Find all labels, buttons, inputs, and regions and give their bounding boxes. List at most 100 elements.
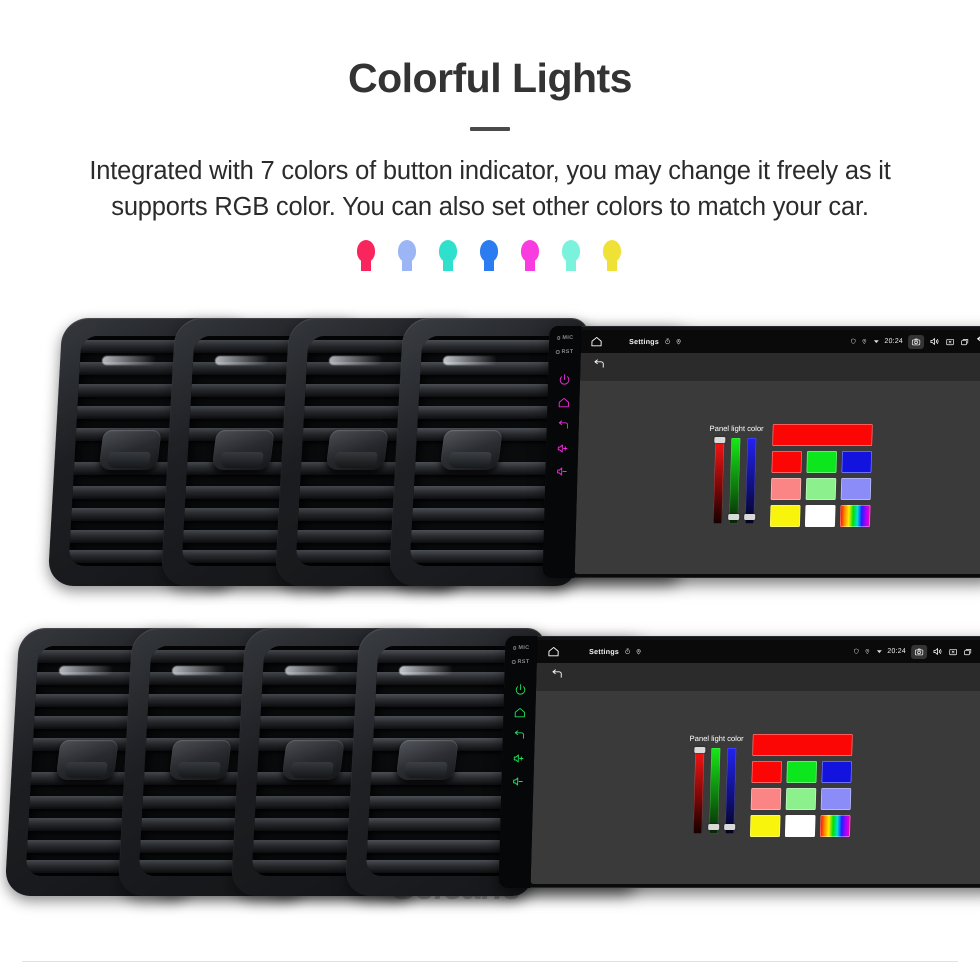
vent-louver bbox=[409, 508, 561, 521]
footer-divider bbox=[22, 961, 958, 962]
volume-button[interactable] bbox=[932, 646, 943, 657]
swatch-yellow[interactable] bbox=[770, 505, 801, 528]
bulb-icon bbox=[478, 239, 500, 272]
touch-screen[interactable]: Settings 20:24 Panel light color bbox=[574, 330, 980, 574]
location-pin-icon bbox=[675, 338, 682, 345]
vent-louver bbox=[373, 650, 523, 663]
vent-knob[interactable] bbox=[281, 740, 345, 780]
slider-thumb[interactable] bbox=[728, 514, 740, 521]
back-button[interactable] bbox=[556, 419, 569, 432]
vent-louver bbox=[413, 406, 567, 419]
red-slider[interactable] bbox=[693, 746, 706, 835]
volume-up-button[interactable] bbox=[511, 752, 524, 765]
vent-knob[interactable] bbox=[325, 430, 389, 470]
vent-highlight bbox=[328, 356, 384, 365]
red-slider[interactable] bbox=[713, 436, 726, 525]
home-button[interactable] bbox=[557, 396, 570, 409]
swatch-periwinkle[interactable] bbox=[840, 478, 872, 501]
picker-label: Panel light color bbox=[709, 424, 764, 434]
nav-back-button[interactable] bbox=[975, 335, 980, 348]
close-app-button[interactable] bbox=[945, 337, 955, 347]
vent-knob[interactable] bbox=[98, 430, 162, 470]
close-app-button[interactable] bbox=[948, 647, 958, 657]
green-slider[interactable] bbox=[708, 748, 721, 835]
volume-down-button[interactable] bbox=[555, 465, 568, 478]
swatch-blue[interactable] bbox=[841, 451, 873, 474]
swatch-white[interactable] bbox=[785, 815, 816, 838]
swatch-salmon[interactable] bbox=[750, 788, 782, 811]
slider-thumb[interactable] bbox=[714, 436, 726, 443]
vent-louver bbox=[369, 716, 523, 729]
legend-item-light-cyan bbox=[560, 239, 585, 272]
screenshot-button[interactable] bbox=[907, 334, 925, 349]
statusbar-mini-icons bbox=[664, 338, 682, 345]
vent-highlight bbox=[284, 666, 340, 675]
volume-down-button[interactable] bbox=[511, 775, 524, 788]
vent-knob[interactable] bbox=[439, 430, 503, 470]
slider-thumb[interactable] bbox=[694, 746, 706, 753]
swatch-periwinkle[interactable] bbox=[820, 788, 852, 811]
gps-icon bbox=[861, 338, 868, 345]
vent-knob[interactable] bbox=[395, 740, 459, 780]
vent-highlight bbox=[398, 666, 454, 675]
statusbar-home-icon[interactable] bbox=[590, 335, 603, 348]
vent-highlight bbox=[101, 356, 157, 365]
recents-button[interactable] bbox=[963, 647, 973, 657]
swatch-red[interactable] bbox=[771, 451, 803, 474]
slider-thumb[interactable] bbox=[724, 824, 736, 831]
vent-highlight bbox=[171, 666, 227, 675]
swatch-yellow[interactable] bbox=[750, 815, 781, 838]
product-row-top: MICRSTMICRSTMICRSTMICRSTSettings20:24Pan… bbox=[0, 318, 980, 907]
reset-label[interactable]: RST bbox=[555, 349, 574, 355]
volume-up-button[interactable] bbox=[555, 442, 568, 455]
swatch-blue[interactable] bbox=[821, 761, 853, 784]
bulb-icon bbox=[519, 239, 541, 272]
home-button[interactable] bbox=[513, 706, 526, 719]
vent-louver bbox=[409, 486, 563, 499]
volume-button[interactable] bbox=[929, 336, 940, 347]
swatch-red[interactable] bbox=[751, 761, 783, 784]
radio-faceplate: MIC RST Settings 20:24 Panel light color bbox=[542, 326, 980, 578]
swatch-green[interactable] bbox=[786, 761, 818, 784]
slider-thumb[interactable] bbox=[744, 514, 756, 521]
swatch-salmon[interactable] bbox=[770, 478, 802, 501]
blue-slider[interactable] bbox=[744, 438, 757, 525]
header: Colorful Lights Integrated with 7 colors… bbox=[0, 0, 980, 226]
reset-label[interactable]: RST bbox=[511, 659, 530, 665]
vent-knob[interactable] bbox=[55, 740, 119, 780]
vent-knob[interactable] bbox=[211, 430, 275, 470]
color-picker: Panel light color bbox=[687, 734, 854, 838]
swatch-green[interactable] bbox=[806, 451, 838, 474]
mic-label: MIC bbox=[512, 645, 530, 651]
power-button[interactable] bbox=[513, 683, 526, 696]
slider-thumb[interactable] bbox=[708, 824, 720, 831]
legend-item-red bbox=[355, 239, 380, 272]
wifi-icon bbox=[876, 648, 883, 655]
touch-screen[interactable]: Settings 20:24 Panel light color bbox=[530, 640, 980, 884]
statusbar-tray: 20:24 bbox=[850, 334, 980, 349]
rgb-sliders bbox=[713, 436, 757, 525]
app-back-button[interactable] bbox=[593, 358, 607, 376]
recents-button[interactable] bbox=[960, 337, 970, 347]
swatch-mint[interactable] bbox=[805, 478, 837, 501]
color-preview bbox=[772, 424, 874, 447]
swatch-rainbow[interactable] bbox=[840, 505, 871, 528]
green-slider[interactable] bbox=[728, 438, 741, 525]
statusbar-home-icon[interactable] bbox=[547, 645, 560, 658]
swatch-mint[interactable] bbox=[785, 788, 817, 811]
app-back-button[interactable] bbox=[550, 668, 564, 686]
swatch-white[interactable] bbox=[805, 505, 836, 528]
color-picker: Panel light color bbox=[707, 424, 874, 528]
color-swatch-grid bbox=[770, 424, 874, 528]
swatch-rainbow[interactable] bbox=[820, 815, 851, 838]
back-button[interactable] bbox=[512, 729, 525, 742]
page-subtitle: Integrated with 7 colors of button indic… bbox=[89, 157, 891, 222]
vent-knob[interactable] bbox=[168, 740, 232, 780]
blue-slider[interactable] bbox=[724, 748, 737, 835]
radio-faceplate: MIC RST Settings 20:24 Panel light color bbox=[498, 636, 980, 888]
power-button[interactable] bbox=[557, 373, 570, 386]
vent-louver bbox=[365, 860, 515, 873]
screenshot-button[interactable] bbox=[910, 644, 928, 659]
statusbar-mini-icons bbox=[624, 648, 642, 655]
wifi-icon bbox=[873, 338, 880, 345]
